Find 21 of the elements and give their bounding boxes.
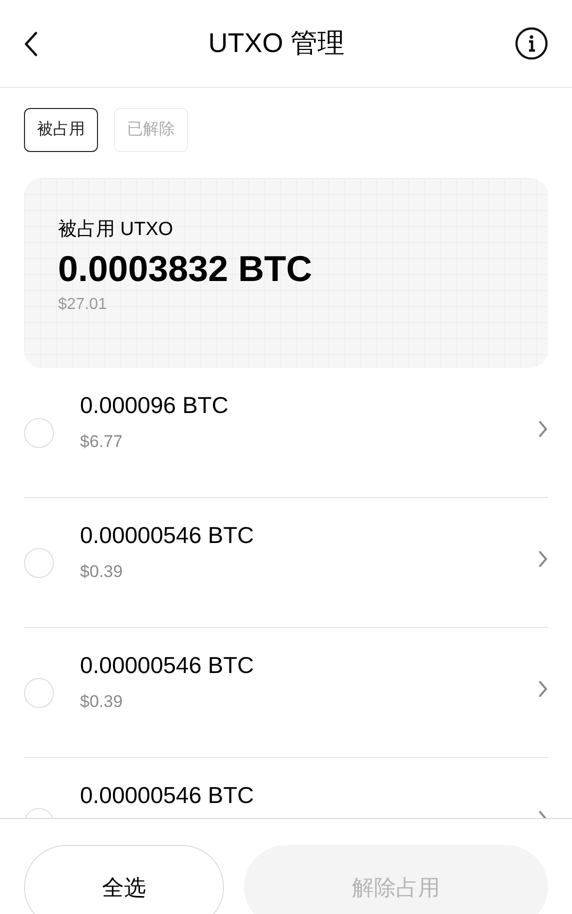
utxo-amount: 0.00000546 BTC <box>80 521 255 550</box>
utxo-usd-value: $0.39 <box>80 560 124 582</box>
radio-button[interactable] <box>24 678 54 708</box>
chevron-right-icon[interactable] <box>538 680 548 698</box>
back-icon[interactable] <box>24 30 38 56</box>
filter-tab[interactable]: 被占用 <box>24 108 98 152</box>
info-icon[interactable] <box>514 27 548 60</box>
radio-button[interactable] <box>24 548 54 578</box>
select-all-button[interactable]: 全选 <box>24 845 224 914</box>
page-title: UTXO 管理 <box>208 27 345 60</box>
summary-usd-value: $27.01 <box>58 295 108 316</box>
radio-button[interactable] <box>24 418 54 448</box>
summary-amount: 0.0003832 BTC <box>58 246 314 290</box>
utxo-usd-value: $0.39 <box>80 690 124 712</box>
utxo-amount: 0.000096 BTC <box>80 391 230 420</box>
utxo-usd-value: $6.77 <box>80 430 124 452</box>
utxo-amount: 0.00000546 BTC <box>80 781 255 810</box>
utxo-amount: 0.00000546 BTC <box>80 651 255 680</box>
summary-label: 被占用 UTXO <box>58 218 174 242</box>
chevron-right-icon[interactable] <box>538 420 548 438</box>
chevron-right-icon[interactable] <box>538 550 548 568</box>
